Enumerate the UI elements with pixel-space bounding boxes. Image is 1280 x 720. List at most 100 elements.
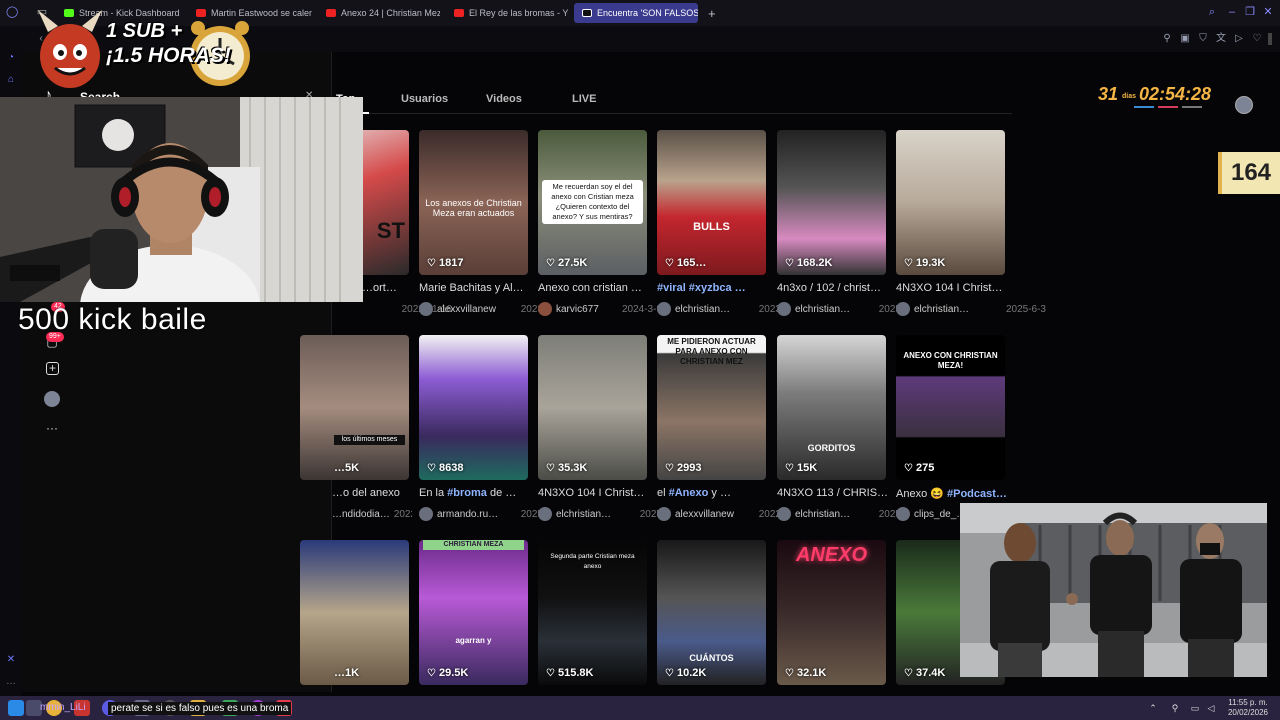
upload-icon[interactable]: +	[46, 362, 59, 375]
author-name[interactable]: armando.ru…	[437, 509, 498, 520]
youtube-favicon-icon	[454, 9, 464, 17]
video-thumbnail[interactable]: ANEXO CON CHRISTIAN MEZA! ♡ 275	[896, 335, 1005, 480]
video-thumbnail[interactable]: ♡ 168.2K	[777, 130, 886, 275]
thumb-caption: ME PIDIERON ACTUAR PARA ANEXO CON CHRIST…	[667, 337, 756, 366]
caption-hashtag[interactable]: #broma	[447, 487, 487, 499]
video-meta: armando.ru… 2025	[419, 506, 543, 522]
microphone-icon[interactable]: ⚲	[1170, 703, 1180, 713]
video-caption[interactable]: 4n3xo / 102 / christ…	[777, 282, 901, 294]
thumb-caption: los últimos meses	[334, 435, 405, 445]
caption-hashtag[interactable]: #Anexo	[669, 487, 709, 499]
author-name[interactable]: elchristian…	[556, 509, 611, 520]
likes-value: 10.2K	[676, 667, 707, 679]
author-name[interactable]: karvic677	[556, 304, 599, 315]
video-thumbnail[interactable]: CHRISTIAN MEZA agarran y ♡ 29.5K	[419, 540, 528, 685]
author-avatar[interactable]	[777, 507, 791, 521]
tab-rey-bromas[interactable]: El Rey de las bromas - You	[446, 3, 568, 23]
more-options-icon[interactable]: ···	[44, 420, 60, 436]
video-caption[interactable]: …ort…	[362, 282, 410, 294]
tab-tiktok-search[interactable]: Encuentra 'SON FALSOS L	[574, 3, 698, 23]
system-clock[interactable]: 11:55 p. m. 20/02/2026	[1220, 698, 1276, 718]
thumb-caption: ANEXO	[795, 544, 868, 566]
new-tab-button[interactable]: +	[704, 3, 722, 23]
network-icon[interactable]: ▭	[1190, 703, 1200, 713]
shield-icon[interactable]: ⛉	[1196, 32, 1210, 46]
author-name[interactable]: elchristian…	[914, 304, 969, 315]
author-avatar[interactable]	[419, 302, 433, 316]
more-icon[interactable]: …	[5, 676, 17, 688]
video-caption[interactable]: En la #broma de …	[419, 487, 543, 499]
video-caption[interactable]: el #Anexo y …	[657, 487, 781, 499]
video-caption[interactable]: Anexo con cristian …	[538, 282, 662, 294]
messenger-icon[interactable]: ◔	[5, 52, 17, 64]
author-name[interactable]: …ndidodia…	[332, 509, 390, 520]
video-thumbnail[interactable]: Los anexos de Christian Meza eran actuad…	[419, 130, 528, 275]
workspace-icon[interactable]: ⌂	[5, 74, 17, 86]
tray-chevron-icon[interactable]: ⌃	[1148, 703, 1158, 713]
minimize-icon[interactable]: –	[1226, 6, 1238, 18]
opera-logo-icon[interactable]: ◯	[6, 6, 18, 18]
snapshot-icon[interactable]: ▣	[1178, 32, 1192, 46]
like-count: ♡ 35.3K	[546, 462, 587, 474]
author-avatar[interactable]	[538, 302, 552, 316]
author-avatar[interactable]	[657, 507, 671, 521]
start-menu-icon[interactable]	[8, 700, 24, 716]
search-tabs-icon[interactable]: ⌕	[1206, 6, 1218, 18]
video-caption[interactable]: #viral #xyzbca …	[657, 282, 781, 294]
video-meta: elchristian… 2025	[777, 301, 901, 317]
video-caption[interactable]: …o del anexo	[332, 487, 412, 499]
video-thumbnail[interactable]: CUÁNTOS ♡ 10.2K	[657, 540, 766, 685]
profile-avatar[interactable]	[44, 391, 60, 407]
video-thumbnail[interactable]: ♡ 8638	[419, 335, 528, 480]
caption-text: Marie Bachitas y Al…	[419, 282, 524, 294]
author-name[interactable]: alexxvillanew	[437, 304, 496, 315]
maximize-icon[interactable]: ❐	[1244, 6, 1256, 18]
video-caption[interactable]: Anexo 😆 #Podcast…	[896, 487, 1020, 500]
author-name[interactable]: alexxvillanew	[675, 509, 734, 520]
author-avatar[interactable]	[657, 302, 671, 316]
author-avatar[interactable]	[419, 507, 433, 521]
video-thumbnail[interactable]: ME PIDIERON ACTUAR PARA ANEXO CON CHRIST…	[657, 335, 766, 480]
ai-icon[interactable]: ✕	[5, 654, 17, 666]
tab-videos[interactable]: Videos	[486, 93, 522, 105]
translate-icon[interactable]: 文	[1214, 32, 1228, 46]
pin-icon[interactable]: ⚲	[1160, 32, 1174, 46]
video-thumbnail[interactable]: Segunda parte Cristian meza anexo ♡ 515.8…	[538, 540, 647, 685]
author-avatar[interactable]	[896, 507, 910, 521]
video-thumbnail[interactable]: ANEXO ♡ 32.1K	[777, 540, 886, 685]
video-caption[interactable]: Marie Bachitas y Al…	[419, 282, 543, 294]
heart-icon[interactable]: ♡	[1250, 32, 1264, 46]
tab-anexo-24[interactable]: Anexo 24 | Christian Mez	[318, 3, 440, 23]
author-avatar[interactable]	[896, 302, 910, 316]
like-count: …1K	[334, 667, 359, 679]
tab-live[interactable]: LIVE	[572, 93, 596, 105]
video-thumbnail[interactable]: BULLS ♡ 165…	[657, 130, 766, 275]
author-name[interactable]: elchristian…	[795, 509, 850, 520]
author-name[interactable]: clips_de_…	[914, 509, 966, 520]
caption-hashtag[interactable]: #Podcast…	[947, 488, 1007, 500]
close-window-icon[interactable]: ✕	[1262, 6, 1274, 18]
video-thumbnail[interactable]: …1K	[300, 540, 409, 685]
author-avatar[interactable]	[777, 302, 791, 316]
like-count: ♡ 32.1K	[785, 667, 826, 679]
new-tab-label: +	[708, 5, 716, 21]
caption-hashtag[interactable]: #viral #xyzbca …	[657, 282, 746, 294]
account-avatar[interactable]	[1235, 96, 1253, 114]
video-thumbnail[interactable]: Me recuerdan soy el del anexo con Cristi…	[538, 130, 647, 275]
tab-usuarios[interactable]: Usuarios	[401, 93, 448, 105]
video-caption[interactable]: 4N3XO 113 / CHRIS…	[777, 487, 901, 499]
author-name[interactable]: elchristian…	[675, 304, 730, 315]
sub-goal-banner: 1 SUB + ¡1.5 HORAS!	[30, 8, 262, 96]
thumb-caption: agarran y	[455, 636, 492, 645]
video-caption[interactable]: 4N3XO 104 I Christ…	[896, 282, 1020, 294]
video-thumbnail[interactable]: GORDITOS ♡ 15K	[777, 335, 886, 480]
sidebar-toggle-icon[interactable]	[1268, 33, 1272, 45]
play-icon[interactable]: ▷	[1232, 32, 1246, 46]
video-thumbnail[interactable]: ♡ 19.3K	[896, 130, 1005, 275]
video-thumbnail[interactable]: los últimos meses …5K	[300, 335, 409, 480]
volume-icon[interactable]: ◁	[1206, 703, 1216, 713]
author-avatar[interactable]	[538, 507, 552, 521]
author-name[interactable]: elchristian…	[795, 304, 850, 315]
video-thumbnail[interactable]: ♡ 35.3K	[538, 335, 647, 480]
video-caption[interactable]: 4N3XO 104 I Christ…	[538, 487, 662, 499]
